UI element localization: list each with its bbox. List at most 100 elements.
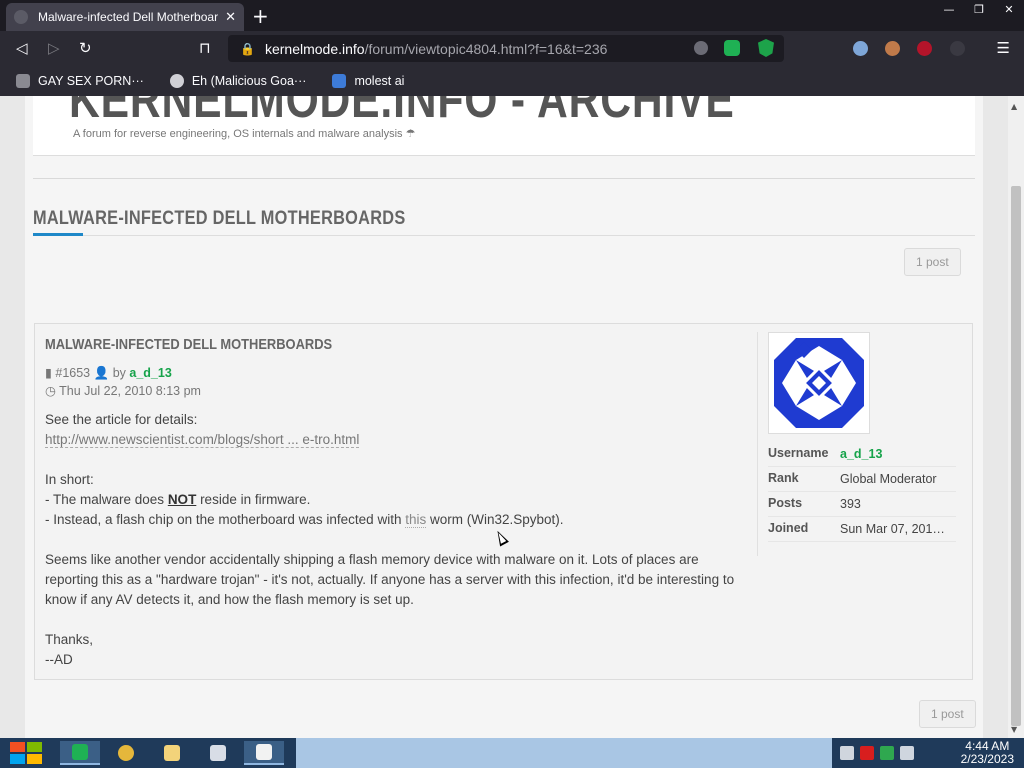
profile-row-joined: Joined Sun Mar 07, 201…: [768, 517, 956, 542]
start-button[interactable]: [8, 740, 44, 766]
bookmark-item[interactable]: GAY SEX PORN···: [16, 74, 144, 88]
emphasis-text: NOT: [167, 492, 197, 507]
image-icon: [332, 74, 347, 88]
post-text-line: In short:: [45, 472, 94, 487]
tab-strip: Malware-infected Dell Motherboards ✕ + —…: [0, 0, 1024, 31]
window-controls: — ❐ ✕: [934, 0, 1024, 18]
shield-icon[interactable]: [758, 39, 774, 57]
tab-title: Malware-infected Dell Motherboards: [38, 10, 218, 24]
user-icon: 👤: [93, 366, 110, 380]
bookmark-star-button[interactable]: ⊓: [199, 39, 211, 57]
system-tray: [840, 746, 914, 760]
post-content: See the article for details: http://www.…: [45, 410, 735, 670]
taskbar: 4:44 AM 2/23/2023: [0, 738, 1024, 768]
bookmark-icon: ▮: [45, 366, 52, 380]
bookmark-label: Eh (Malicious Goa···: [191, 74, 307, 88]
globe-icon: [169, 74, 184, 88]
back-button[interactable]: ◁: [16, 39, 28, 57]
address-bar[interactable]: 🔒 kernelmode.info /forum/viewtopic4804.h…: [228, 35, 784, 62]
extension-icon[interactable]: [950, 41, 965, 56]
windows-logo-icon: [10, 742, 25, 752]
taskbar-app-messenger[interactable]: [60, 741, 100, 765]
forward-button[interactable]: ▷: [48, 39, 60, 57]
system-clock[interactable]: 4:44 AM 2/23/2023: [961, 740, 1014, 766]
taskbar-app-chrome[interactable]: [106, 741, 146, 765]
divider: [33, 178, 975, 179]
lock-icon: 🔒: [240, 41, 255, 56]
scroll-up-icon[interactable]: ▲: [1011, 102, 1017, 111]
profile-value[interactable]: 393: [840, 497, 861, 511]
hamburger-menu-icon[interactable]: ☰: [997, 39, 1010, 57]
pagination-count-top: 1 post: [904, 248, 961, 276]
bullet-text: worm (Win32.Spybot).: [426, 512, 564, 527]
post-title[interactable]: MALWARE-INFECTED DELL MOTHERBOARDS: [45, 336, 332, 353]
reload-button[interactable]: ↻: [79, 39, 92, 57]
taskbar-app-explorer[interactable]: [152, 741, 192, 765]
post-bullet: - The malware does NOT reside in firmwar…: [45, 490, 735, 510]
restore-button[interactable]: ❐: [964, 0, 994, 18]
post-text-line: Thanks,: [45, 632, 94, 647]
pagination-count-bottom: 1 post: [919, 700, 976, 728]
new-tab-button[interactable]: +: [252, 4, 269, 28]
site-title[interactable]: KERNELMODE.INFO - ARCHIVE: [69, 96, 735, 130]
profile-key: Username: [768, 446, 829, 460]
post-meta: ▮ #1653 👤 by a_d_13 ◷ Thu Jul 22, 2010 8…: [45, 364, 201, 400]
bookmark-label: molest ai: [354, 74, 405, 88]
bookmark-item[interactable]: Eh (Malicious Goa···: [169, 74, 307, 88]
profile-value: Global Moderator: [840, 472, 937, 486]
clock-icon: ◷: [45, 384, 56, 398]
post-id-link[interactable]: #1653: [55, 366, 90, 380]
clock-date: 2/23/2023: [960, 752, 1014, 766]
scrollbar-thumb[interactable]: [1011, 186, 1021, 726]
folder-icon: [164, 745, 180, 761]
site-description: A forum for reverse engineering, OS inte…: [73, 128, 416, 140]
profile-key: Joined: [768, 521, 809, 535]
post-bullet: - Instead, a flash chip on the motherboa…: [45, 510, 735, 530]
avatar[interactable]: [768, 332, 870, 434]
profile-key: Rank: [768, 471, 799, 485]
flag-icon[interactable]: [860, 746, 874, 760]
url-domain: kernelmode.info: [264, 40, 365, 57]
profile-username-link[interactable]: a_d_13: [840, 447, 882, 461]
site-header: KERNELMODE.INFO - ARCHIVE A forum for re…: [33, 96, 975, 156]
tab-close-icon[interactable]: ✕: [225, 9, 236, 25]
page-wrap: KERNELMODE.INFO - ARCHIVE A forum for re…: [25, 96, 983, 738]
scroll-down-icon[interactable]: ▼: [1011, 725, 1017, 734]
page-scrollbar[interactable]: ▲ ▼: [1008, 96, 1024, 738]
tracking-protection-icon[interactable]: [694, 41, 708, 55]
globe-icon: [14, 10, 28, 24]
doc-icon: [16, 74, 30, 88]
tray-more-icon[interactable]: [840, 746, 854, 760]
minimize-button[interactable]: —: [934, 0, 964, 18]
divider: [33, 235, 975, 236]
taskbar-app-tool[interactable]: [198, 741, 238, 765]
author-link[interactable]: a_d_13: [129, 366, 171, 380]
volume-icon[interactable]: [900, 746, 914, 760]
bullet-text: - Instead, a flash chip on the motherboa…: [45, 512, 406, 527]
title-accent-bar: [33, 233, 83, 236]
post-signature: --AD: [45, 652, 73, 667]
bookmark-item[interactable]: molest ai: [332, 74, 404, 88]
browser-tab[interactable]: Malware-infected Dell Motherboards ✕: [6, 3, 244, 31]
close-window-button[interactable]: ✕: [994, 0, 1024, 18]
profile-key: Posts: [768, 496, 803, 510]
worm-link[interactable]: this: [405, 512, 427, 528]
extension-icon[interactable]: [724, 40, 740, 56]
identicon-avatar-icon: [774, 338, 864, 428]
bullet-text: - The malware does: [45, 492, 168, 507]
network-icon[interactable]: [880, 746, 894, 760]
profile-value: Sun Mar 07, 201…: [840, 522, 945, 536]
ublock-icon[interactable]: [917, 41, 932, 56]
extension-flag-icon[interactable]: [853, 41, 868, 56]
taskbar-app-firefox[interactable]: [244, 741, 284, 765]
chrome-icon: [118, 745, 134, 761]
app-icon: [210, 745, 226, 761]
browser-icon: [256, 744, 272, 760]
topic-title[interactable]: MALWARE-INFECTED DELL MOTHERBOARDS: [33, 208, 405, 230]
by-label: by: [112, 366, 126, 380]
profile-row-username: Username a_d_13: [768, 442, 956, 467]
profile-avatar-icon[interactable]: [885, 41, 900, 56]
profile-row-posts: Posts 393: [768, 492, 956, 517]
article-link[interactable]: http://www.newscientist.com/blogs/short …: [45, 432, 360, 448]
author-profile: Username a_d_13 Rank Global Moderator Po…: [757, 332, 957, 556]
